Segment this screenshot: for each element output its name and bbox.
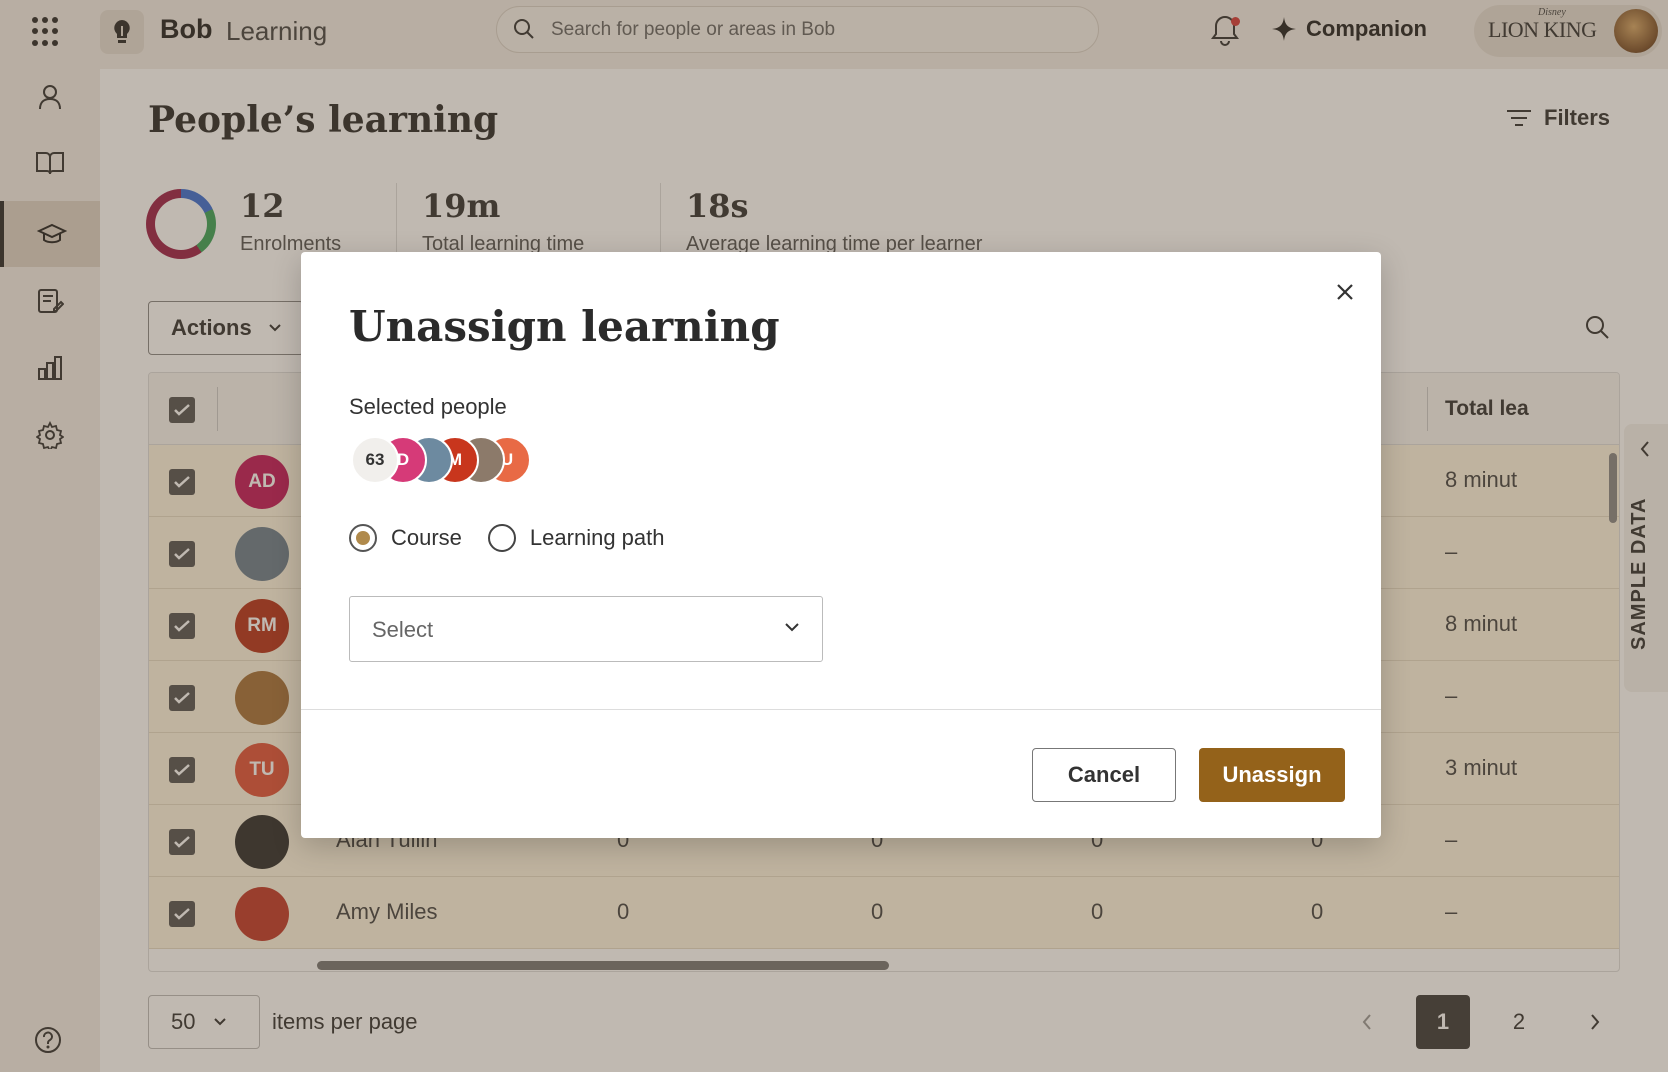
select-placeholder: Select (372, 617, 434, 642)
chevron-down-icon (785, 623, 799, 632)
selected-count-badge: 63 (351, 436, 399, 484)
learning-path-radio-label[interactable]: Learning path (530, 525, 665, 551)
close-icon (1337, 284, 1353, 300)
course-select[interactable]: Select (349, 596, 823, 662)
learning-path-radio[interactable] (487, 524, 516, 552)
close-button[interactable] (1327, 274, 1363, 310)
dialog-divider (301, 709, 1381, 710)
unassign-learning-dialog: Unassign learning Selected people 63 D M… (301, 252, 1381, 838)
selected-people-avatars[interactable]: 63 D M U (351, 436, 611, 484)
unassign-button[interactable]: Unassign (1199, 748, 1345, 802)
learning-type-radio-group: Course Learning path (349, 524, 690, 552)
course-radio[interactable] (349, 524, 377, 552)
dialog-title: Unassign learning (349, 302, 780, 351)
selected-people-label: Selected people (349, 394, 507, 419)
course-radio-label[interactable]: Course (391, 525, 462, 551)
cancel-button[interactable]: Cancel (1032, 748, 1176, 802)
